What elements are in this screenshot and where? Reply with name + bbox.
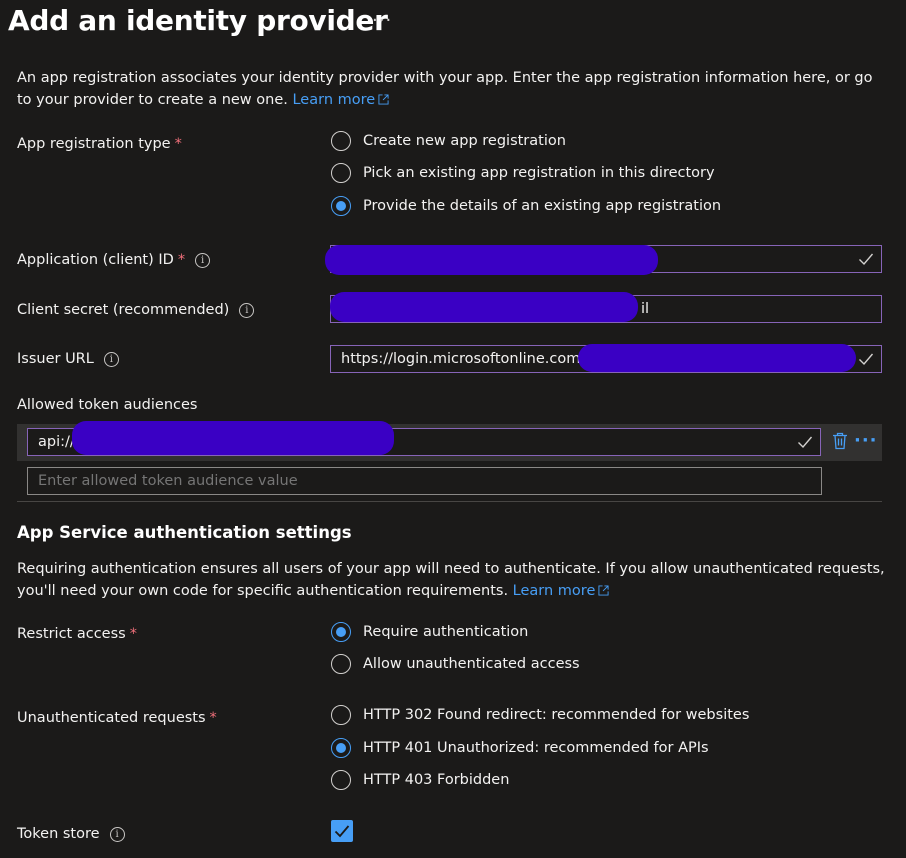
- radio-button[interactable]: [331, 131, 351, 151]
- radio-pick-existing-app-registration[interactable]: Pick an existing app registration in thi…: [331, 161, 715, 185]
- radio-button[interactable]: [331, 770, 351, 790]
- info-icon[interactable]: i: [195, 253, 211, 268]
- auth-settings-text: Requiring authentication ensures all use…: [17, 561, 885, 599]
- required-asterisk: *: [177, 252, 186, 268]
- info-icon[interactable]: i: [103, 352, 119, 367]
- intro-text: An app registration associates your iden…: [17, 70, 873, 108]
- auth-settings-title: App Service authentication settings: [17, 523, 352, 542]
- token-store-checkbox[interactable]: [331, 820, 353, 842]
- required-asterisk: *: [129, 626, 137, 642]
- checkmark-icon: [859, 353, 874, 366]
- radio-create-new-app-registration[interactable]: Create new app registration: [331, 129, 566, 153]
- redaction-mark: [72, 421, 394, 455]
- auth-settings-paragraph: Requiring authentication ensures all use…: [17, 558, 889, 602]
- allowed-token-audiences-label: Allowed token audiences: [17, 397, 198, 413]
- radio-button-selected[interactable]: [331, 622, 351, 642]
- intro-paragraph: An app registration associates your iden…: [17, 67, 889, 111]
- intro-learn-more-link[interactable]: Learn more: [292, 92, 389, 108]
- radio-provide-existing-app-details[interactable]: Provide the details of an existing app r…: [331, 194, 721, 218]
- checkmark-icon: [859, 253, 874, 266]
- auth-learn-more-link[interactable]: Learn more: [513, 583, 610, 599]
- page-title: Add an identity provider: [8, 4, 388, 37]
- checkmark-icon: [798, 436, 813, 449]
- add-identity-provider-page: { "header": { "title": "Add an identity …: [0, 0, 906, 858]
- token-store-label: Token store i: [17, 826, 125, 842]
- app-registration-type-label: App registration type *: [17, 136, 182, 152]
- redaction-mark: [330, 292, 638, 322]
- audience-more-icon[interactable]: ···: [854, 430, 878, 451]
- delete-icon[interactable]: [832, 432, 848, 450]
- info-icon[interactable]: i: [109, 827, 125, 842]
- radio-button[interactable]: [331, 163, 351, 183]
- radio-button-selected[interactable]: [331, 738, 351, 758]
- radio-require-authentication[interactable]: Require authentication: [331, 620, 528, 644]
- info-icon[interactable]: i: [239, 303, 255, 318]
- more-options-icon[interactable]: ···: [372, 10, 392, 31]
- unauthenticated-requests-label: Unauthenticated requests *: [17, 710, 217, 726]
- client-secret-label: Client secret (recommended) i: [17, 302, 255, 318]
- radio-button[interactable]: [331, 705, 351, 725]
- client-id-label: Application (client) ID * i: [17, 252, 211, 268]
- radio-allow-unauthenticated[interactable]: Allow unauthenticated access: [331, 652, 580, 676]
- redaction-mark: [578, 344, 856, 372]
- redaction-mark: [325, 245, 658, 275]
- external-link-icon: [378, 94, 389, 105]
- radio-http-302[interactable]: HTTP 302 Found redirect: recommended for…: [331, 703, 749, 727]
- new-audience-input[interactable]: [27, 467, 822, 495]
- radio-button-selected[interactable]: [331, 196, 351, 216]
- issuer-url-label: Issuer URL i: [17, 351, 119, 367]
- radio-button[interactable]: [331, 654, 351, 674]
- restrict-access-label: Restrict access *: [17, 626, 137, 642]
- checkmark-icon: [334, 825, 350, 838]
- required-asterisk: *: [209, 710, 217, 726]
- radio-http-403[interactable]: HTTP 403 Forbidden: [331, 768, 509, 792]
- external-link-icon: [598, 585, 609, 596]
- required-asterisk: *: [174, 136, 182, 152]
- radio-http-401[interactable]: HTTP 401 Unauthorized: recommended for A…: [331, 736, 709, 760]
- section-divider: [17, 501, 882, 502]
